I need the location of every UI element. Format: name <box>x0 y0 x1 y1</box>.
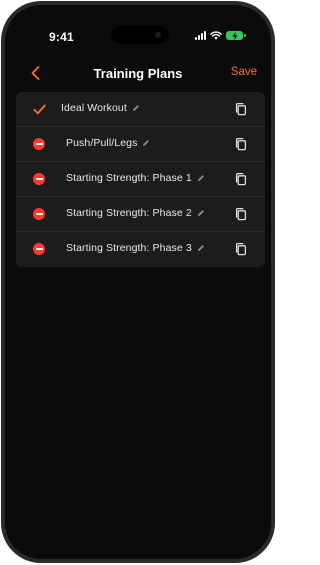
status-time: 9:41 <box>49 30 74 44</box>
plan-row[interactable]: Starting Strength: Phase 3 <box>16 232 265 267</box>
delete-minus-icon <box>33 208 45 220</box>
battery-icon <box>226 31 246 40</box>
delete-minus-icon <box>33 243 45 255</box>
cellular-signal-icon <box>195 31 206 40</box>
plan-name-group[interactable]: Ideal Workout <box>61 102 140 114</box>
camera-icon <box>155 32 161 38</box>
plan-name-group[interactable]: Starting Strength: Phase 3 <box>66 242 205 254</box>
plan-name-group[interactable]: Push/Pull/Legs <box>66 137 150 149</box>
plan-name: Starting Strength: Phase 1 <box>66 172 192 184</box>
dynamic-island <box>111 26 169 44</box>
plan-row[interactable]: Starting Strength: Phase 1 <box>16 162 265 197</box>
plan-row[interactable]: Starting Strength: Phase 2 <box>16 197 265 232</box>
copy-icon[interactable] <box>234 102 248 116</box>
pencil-icon[interactable] <box>142 139 150 147</box>
pencil-icon[interactable] <box>132 104 140 112</box>
navigation-bar: Training Plans Save <box>5 57 271 89</box>
charging-bolt-icon <box>232 31 237 40</box>
pencil-icon[interactable] <box>197 174 205 182</box>
plan-name: Push/Pull/Legs <box>66 137 138 149</box>
plan-name-group[interactable]: Starting Strength: Phase 2 <box>66 207 205 219</box>
delete-minus-icon <box>33 173 45 185</box>
checkmark-icon <box>32 102 46 116</box>
delete-button[interactable] <box>32 242 46 256</box>
status-icons <box>195 31 246 40</box>
copy-icon[interactable] <box>234 172 248 186</box>
delete-button[interactable] <box>32 137 46 151</box>
wifi-icon <box>210 31 222 40</box>
plan-name: Ideal Workout <box>61 102 127 114</box>
copy-icon[interactable] <box>234 242 248 256</box>
copy-icon[interactable] <box>234 137 248 151</box>
delete-minus-icon <box>33 138 45 150</box>
plan-name-group[interactable]: Starting Strength: Phase 1 <box>66 172 205 184</box>
pencil-icon[interactable] <box>197 209 205 217</box>
copy-icon[interactable] <box>234 207 248 221</box>
phone-frame: 9:41 Training Plans Save Ideal Workout P… <box>1 1 275 563</box>
status-bar: 9:41 <box>5 5 271 45</box>
delete-button[interactable] <box>32 172 46 186</box>
screen: 9:41 Training Plans Save Ideal Workout P… <box>5 5 271 559</box>
plan-row[interactable]: Push/Pull/Legs <box>16 127 265 162</box>
pencil-icon[interactable] <box>197 244 205 252</box>
plan-row[interactable]: Ideal Workout <box>16 92 265 127</box>
training-plans-list: Ideal Workout Push/Pull/Legs Starting St… <box>16 92 265 267</box>
plan-name: Starting Strength: Phase 2 <box>66 207 192 219</box>
save-button[interactable]: Save <box>231 66 257 78</box>
plan-name: Starting Strength: Phase 3 <box>66 242 192 254</box>
delete-button[interactable] <box>32 207 46 221</box>
